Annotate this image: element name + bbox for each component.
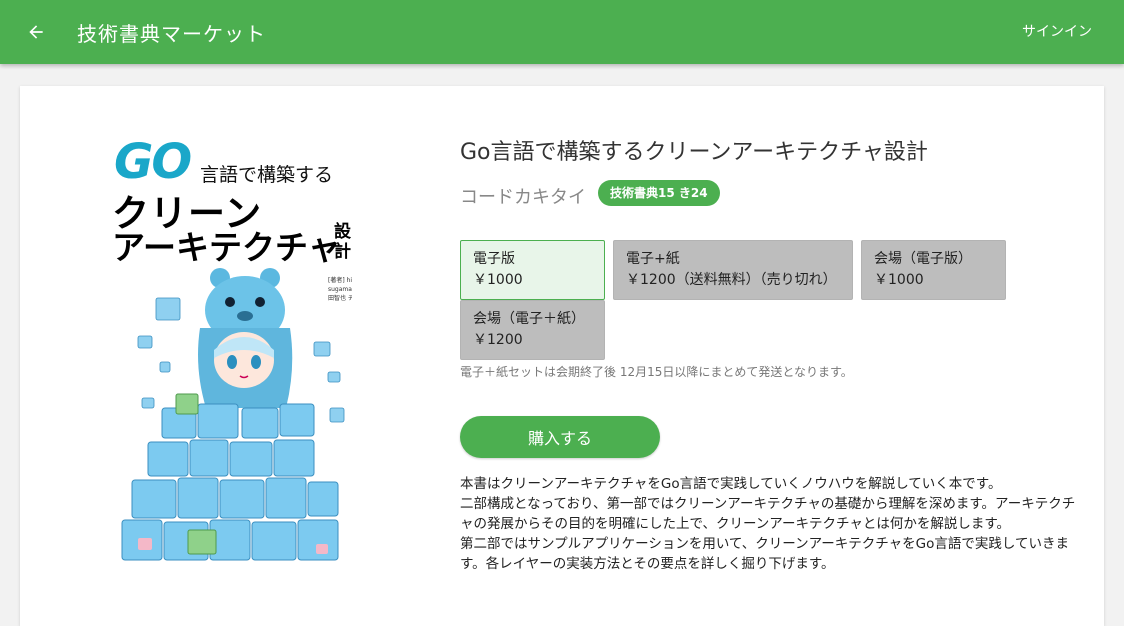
option-price: ￥1000 [874, 272, 924, 288]
booth-badge: 技術書典15 き24 [598, 180, 720, 206]
option-ebook-paper[interactable]: 電子+紙 ￥1200（送料無料）（売り切れ） [613, 240, 853, 300]
buy-button[interactable]: 購入する [460, 416, 660, 458]
app-title: 技術書典マーケット [77, 22, 266, 46]
option-price: ￥1200 [473, 332, 523, 348]
cover-go-text: GO [114, 134, 192, 190]
book-title: Go言語で構築するクリーンアーキテクチャ設計 [460, 140, 928, 165]
book-description: 本書はクリーンアーキテクチャをGo言語で実践していくノウハウを解説していく本です… [460, 474, 1080, 574]
cover-illustration [121, 268, 345, 561]
cover-title-line3: 設計 [334, 222, 351, 262]
option-name: 会場（電子＋紙） [473, 311, 585, 327]
description-paragraph: 本書はクリーンアーキテクチャをGo言語で実践していくノウハウを解説していく本です… [460, 476, 1002, 492]
option-ebook[interactable]: 電子版 ￥1000 [460, 240, 605, 300]
shipping-note: 電子＋紙セットは会期終了後 12月15日以降にまとめて発送となります。 [460, 365, 853, 379]
option-name: 会場（電子版） [874, 251, 972, 267]
back-button[interactable] [24, 20, 48, 44]
circle-name[interactable]: コードカキタイ [460, 183, 586, 209]
option-venue-ebook-paper[interactable]: 会場（電子＋紙） ￥1200 [460, 300, 605, 360]
arrow-left-icon [29, 25, 43, 39]
option-venue-ebook[interactable]: 会場（電子版） ￥1000 [861, 240, 1006, 300]
book-cover: GO 言語で構築する クリーン アーキテクチャ 設計 [著者] hiroaki … [102, 128, 352, 564]
signin-button[interactable]: サインイン [1022, 21, 1092, 41]
description-paragraph: 第二部ではサンプルアプリケーションを用いて、クリーンアーキテクチャをGo言語で実… [460, 536, 1069, 572]
option-name: 電子+紙 [626, 251, 680, 267]
app-bar: 技術書典マーケット サインイン [0, 0, 1124, 64]
option-name: 電子版 [473, 251, 515, 267]
option-price: ￥1200（送料無料）（売り切れ） [626, 272, 837, 288]
option-price: ￥1000 [473, 272, 523, 288]
description-paragraph: 二部構成となっており、第一部ではクリーンアーキテクチャの基礎から理解を深めます。… [460, 496, 1076, 532]
